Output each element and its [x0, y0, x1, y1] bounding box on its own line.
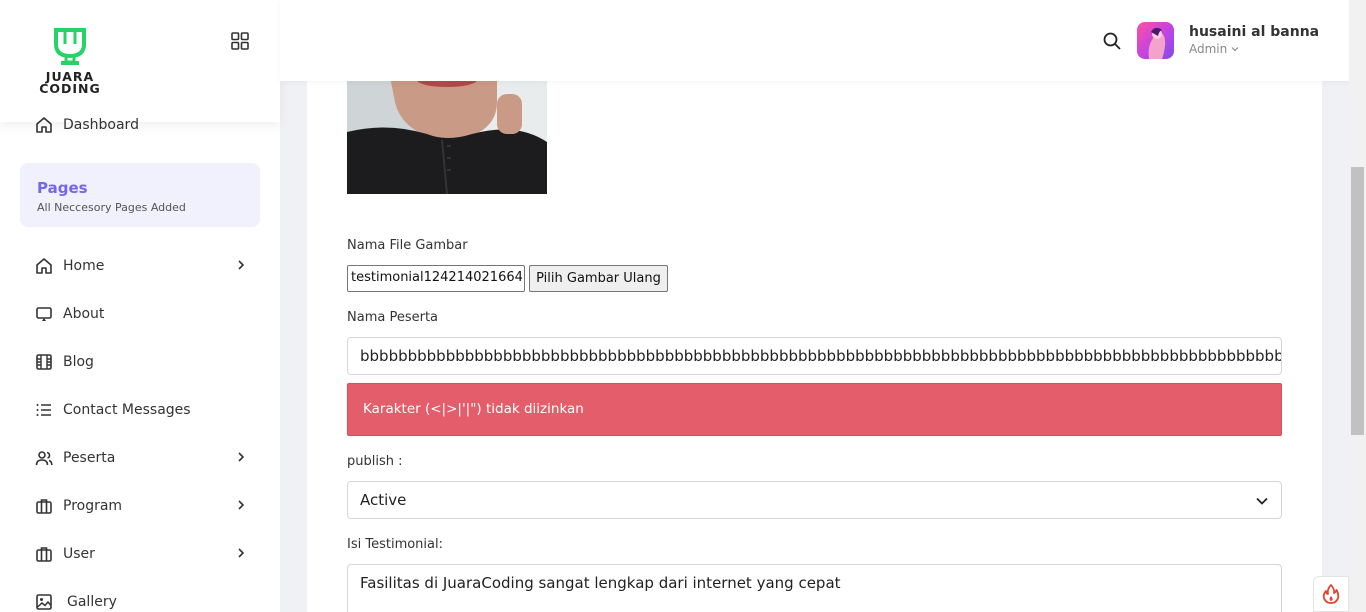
chevron-down-icon — [1231, 47, 1239, 52]
file-name-input[interactable]: testimonial124214021664 — [347, 265, 525, 292]
briefcase-icon — [34, 544, 54, 564]
participant-name-input[interactable]: bbbbbbbbbbbbbbbbbbbbbbbbbbbbbbbbbbbbbbbb… — [347, 337, 1282, 375]
page-scrollbar[interactable] — [1349, 0, 1366, 612]
error-alert: Karakter (<|>|'|") tidak diizinkan — [347, 383, 1282, 436]
chevron-right-icon — [238, 260, 245, 270]
sidebar-item-about[interactable]: About — [34, 302, 254, 326]
scrollbar-thumb[interactable] — [1351, 167, 1364, 435]
testimonial-photo — [347, 62, 547, 194]
chevron-right-icon — [238, 548, 245, 558]
sidebar-item-label: Blog — [63, 354, 94, 370]
image-icon — [34, 592, 54, 612]
chevron-right-icon — [238, 452, 245, 462]
chevron-down-icon — [1256, 497, 1268, 505]
file-name-label: Nama File Gambar — [347, 238, 468, 253]
logo-text: JUARA CODING — [34, 70, 106, 96]
briefcase-icon — [34, 496, 54, 516]
grid-menu-icon[interactable] — [230, 31, 250, 51]
publish-select[interactable]: Active — [347, 481, 1282, 519]
search-icon[interactable] — [1102, 31, 1122, 51]
top-header: husaini al banna Admin — [280, 0, 1366, 81]
sidebar-item-blog[interactable]: Blog — [34, 350, 254, 374]
logo-area: JUARA CODING — [0, 0, 280, 122]
avatar[interactable] — [1137, 22, 1174, 59]
user-role-dropdown[interactable]: Admin — [1189, 42, 1240, 56]
sidebar-item-label: Home — [63, 258, 105, 274]
testimonial-label: Isi Testimonial: — [347, 537, 443, 552]
juara-coding-logo-icon[interactable] — [52, 26, 88, 66]
list-icon — [34, 400, 54, 420]
home-icon — [34, 115, 54, 135]
fire-icon — [1322, 584, 1340, 604]
publish-label: publish : — [347, 454, 403, 469]
monitor-icon — [34, 304, 54, 324]
pages-section-subtitle: All Neccesory Pages Added — [37, 201, 186, 214]
person-photo-image — [347, 62, 547, 194]
sidebar-item-label: Contact Messages — [63, 402, 191, 418]
choose-image-button[interactable]: Pilih Gambar Ulang — [529, 265, 668, 292]
sidebar-item-label: Gallery — [67, 594, 117, 610]
film-icon — [34, 352, 54, 372]
sidebar-item-label: Dashboard — [63, 117, 139, 133]
sidebar-item-label: Peserta — [63, 450, 116, 466]
sidebar-item-program[interactable]: Program — [34, 494, 254, 518]
participant-name-label: Nama Peserta — [347, 310, 439, 325]
sidebar-item-dashboard[interactable]: Dashboard — [34, 113, 254, 137]
sidebar-item-label: About — [63, 306, 105, 322]
sidebar-item-user[interactable]: User — [34, 542, 254, 566]
sidebar-item-label: Program — [63, 498, 123, 514]
fire-icon-button[interactable] — [1313, 576, 1349, 612]
sidebar-item-peserta[interactable]: Peserta — [34, 446, 254, 470]
logo-text-line2: CODING — [39, 81, 101, 96]
sidebar-item-home[interactable]: Home — [34, 254, 254, 278]
sidebar-item-gallery[interactable]: Gallery — [34, 590, 254, 612]
pages-section-title: Pages — [37, 179, 88, 197]
testimonial-textarea[interactable]: Fasilitas di JuaraCoding sangat lengkap … — [347, 564, 1282, 612]
user-role-label: Admin — [1189, 42, 1228, 56]
user-name[interactable]: husaini al banna — [1189, 24, 1319, 40]
home-icon — [34, 256, 54, 276]
publish-selected-value: Active — [360, 491, 407, 509]
sidebar: JUARA CODING Dashboard Pages All Necceso… — [0, 0, 280, 612]
chevron-right-icon — [238, 500, 245, 510]
users-icon — [34, 448, 54, 468]
sidebar-item-contact-messages[interactable]: Contact Messages — [34, 398, 254, 422]
sidebar-item-label: User — [63, 546, 95, 562]
pages-section: Pages All Neccesory Pages Added — [20, 163, 260, 227]
avatar-illustration-icon — [1148, 27, 1166, 59]
